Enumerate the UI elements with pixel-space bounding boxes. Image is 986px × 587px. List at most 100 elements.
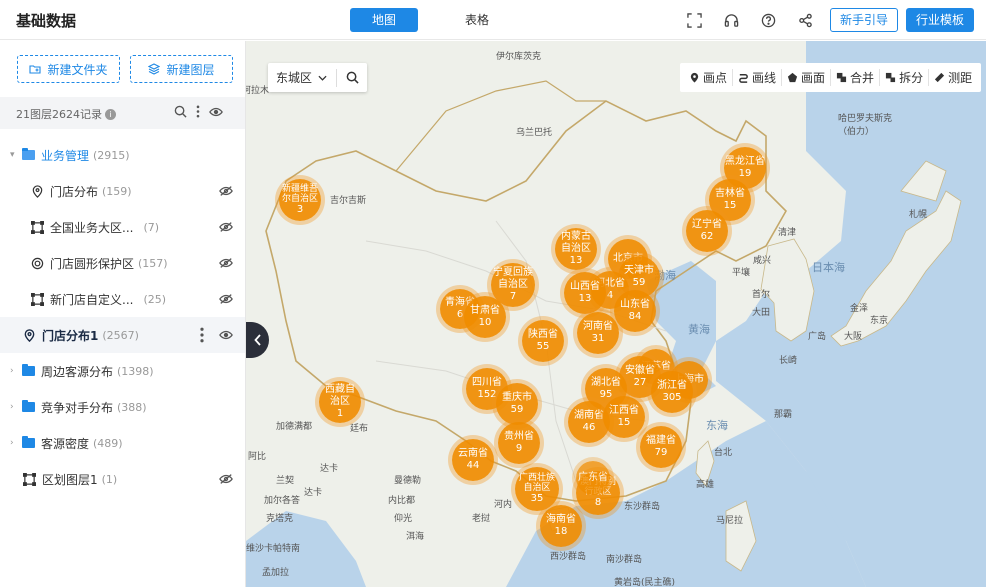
help-icon[interactable] xyxy=(758,10,778,30)
new-layer-button[interactable]: 新建图层 xyxy=(130,55,233,83)
tree-item-count: (2567) xyxy=(102,328,139,342)
share-icon[interactable] xyxy=(795,10,815,30)
cluster-marker[interactable]: 甘肃省 10 xyxy=(464,296,506,338)
tree-item-count: (1398) xyxy=(117,364,154,378)
tree-folder-competitors[interactable]: › 竞争对手分布 (388) xyxy=(0,389,245,425)
map-place-label: 洱海 xyxy=(406,532,425,542)
chevron-down-icon[interactable] xyxy=(318,75,327,81)
district-search[interactable]: 东城区 xyxy=(268,63,367,92)
tree-item-count: (159) xyxy=(102,184,132,198)
split-icon xyxy=(885,72,896,83)
tab-map[interactable]: 地图 xyxy=(350,8,418,32)
cluster-marker[interactable]: 新疆维吾尔自治区 3 xyxy=(279,179,321,221)
cluster-marker[interactable]: 广东省 xyxy=(576,461,610,495)
tree-layer-stores[interactable]: 门店分布 (159) xyxy=(0,173,245,209)
cluster-marker[interactable]: 辽宁省 62 xyxy=(686,210,728,252)
cluster-marker[interactable]: 福建省 79 xyxy=(640,426,682,468)
tree-item-count: (388) xyxy=(117,400,147,414)
more-icon[interactable] xyxy=(199,327,205,343)
eye-hidden-icon[interactable] xyxy=(219,184,233,198)
split-tool[interactable]: 拆分 xyxy=(880,69,930,86)
tree-layer-district[interactable]: 区划图层1 (1) xyxy=(0,461,245,497)
map-place-label: 金泽 xyxy=(850,304,869,314)
eye-hidden-icon[interactable] xyxy=(219,292,233,306)
map-place-label: 廷布 xyxy=(350,424,369,434)
measure-tool[interactable]: 测距 xyxy=(929,69,977,86)
polygon-icon xyxy=(787,72,798,83)
map-place-label: 清津 xyxy=(778,228,797,238)
map-place-label: 曼德勒 xyxy=(394,476,422,486)
fullscreen-icon[interactable] xyxy=(684,10,704,30)
layer-stats-bar: 21图层2624记录 i xyxy=(0,97,245,129)
new-folder-button[interactable]: 新建文件夹 xyxy=(17,55,120,83)
tree-layer-custom[interactable]: 新门店自定义... (25) xyxy=(0,281,245,317)
cluster-marker[interactable]: 陕西省 55 xyxy=(522,320,564,362)
map-place-label: 大阪 xyxy=(844,332,863,342)
circle-layer-icon xyxy=(30,256,44,270)
tool-label: 画点 xyxy=(703,71,728,85)
draw-point-tool[interactable]: 画点 xyxy=(684,69,734,86)
caret-right-icon[interactable]: › xyxy=(10,366,18,376)
draw-toolbar: 画点 画线 画面 合并 拆分 测距 xyxy=(680,63,982,92)
draw-line-tool[interactable]: 画线 xyxy=(733,69,783,86)
cluster-marker[interactable]: 广西壮族自治区 35 xyxy=(515,467,559,511)
eye-hidden-icon[interactable] xyxy=(219,256,233,270)
map-place-label: 大田 xyxy=(752,308,771,318)
tree-layer-stores-1[interactable]: 门店分布1 (2567) xyxy=(0,317,245,353)
search-icon[interactable] xyxy=(346,71,359,84)
caret-right-icon[interactable]: › xyxy=(10,402,18,412)
map-place-label: 克塔克 xyxy=(266,514,294,524)
new-folder-label: 新建文件夹 xyxy=(47,62,108,77)
merge-tool[interactable]: 合并 xyxy=(831,69,881,86)
cluster-marker[interactable]: 海南省 18 xyxy=(540,505,582,547)
tree-item-label: 门店分布1 xyxy=(42,328,99,343)
sea-label: 日本海 xyxy=(812,261,845,274)
tree-folder-density[interactable]: › 客源密度 (489) xyxy=(0,425,245,461)
cluster-marker[interactable]: 浙江省 305 xyxy=(651,371,693,413)
caret-down-icon[interactable]: ▾ xyxy=(10,150,18,160)
map-place-label: 达卡 xyxy=(320,464,339,474)
map-place-label: 东京 xyxy=(870,316,889,326)
tool-label: 合并 xyxy=(850,71,875,85)
cluster-marker[interactable]: 重庆市 59 xyxy=(496,383,538,425)
region-layer-icon xyxy=(22,472,36,486)
cluster-marker[interactable]: 山东省 84 xyxy=(614,290,656,332)
caret-right-icon[interactable]: › xyxy=(10,438,18,448)
cluster-marker[interactable]: 云南省 44 xyxy=(452,439,494,481)
tree-item-count: (489) xyxy=(93,436,123,450)
eye-icon[interactable] xyxy=(219,330,233,340)
new-folder-icon xyxy=(29,65,42,74)
cluster-marker[interactable]: 西藏自治区 1 xyxy=(319,381,361,423)
eye-hidden-icon[interactable] xyxy=(219,472,233,486)
eye-icon[interactable] xyxy=(209,107,223,117)
sidebar-buttons: 新建文件夹 新建图层 xyxy=(17,55,243,83)
tree-folder-customers[interactable]: › 周边客源分布 (1398) xyxy=(0,353,245,389)
search-icon[interactable] xyxy=(174,105,187,118)
headset-icon[interactable] xyxy=(721,10,741,30)
district-select-value[interactable]: 东城区 xyxy=(276,69,312,86)
map-place-label: 伊尔库茨克 xyxy=(496,52,542,62)
tree-layer-circles[interactable]: 门店圆形保护区 (157) xyxy=(0,245,245,281)
more-icon[interactable] xyxy=(196,105,200,118)
tab-table[interactable]: 表格 xyxy=(443,8,511,32)
map-place-label: 首尔 xyxy=(752,290,771,300)
map-place-label: 维沙卡帕特南 xyxy=(246,544,301,554)
map-place-label: 平壤 xyxy=(732,268,751,278)
tree-folder-business[interactable]: ▾ 业务管理 (2915) xyxy=(0,137,245,173)
cluster-marker[interactable]: 山西省 13 xyxy=(564,272,606,314)
tree-item-count: (157) xyxy=(138,256,168,270)
eye-hidden-icon[interactable] xyxy=(219,220,233,234)
cluster-marker[interactable]: 内蒙古自治区 13 xyxy=(555,228,597,270)
cluster-marker[interactable]: 贵州省 9 xyxy=(498,422,540,464)
cluster-marker[interactable]: 江西省 15 xyxy=(603,396,645,438)
tree-layer-regions[interactable]: 全国业务大区... (7) xyxy=(0,209,245,245)
template-button[interactable]: 行业模板 xyxy=(906,8,974,32)
point-layer-icon xyxy=(22,328,36,342)
info-icon[interactable]: i xyxy=(105,108,116,120)
map-place-label: 东沙群岛 xyxy=(624,502,661,512)
cluster-marker[interactable]: 河南省 31 xyxy=(577,312,619,354)
guide-button[interactable]: 新手引导 xyxy=(830,8,898,32)
map-canvas[interactable]: 伊尔库茨克 乌兰巴托 哈巴罗夫斯克（伯力） 阿拉木 吉尔吉斯 札幌 清津 咸兴 … xyxy=(246,41,986,587)
tree-item-label: 区划图层1 xyxy=(42,472,98,487)
draw-polygon-tool[interactable]: 画面 xyxy=(782,69,832,86)
